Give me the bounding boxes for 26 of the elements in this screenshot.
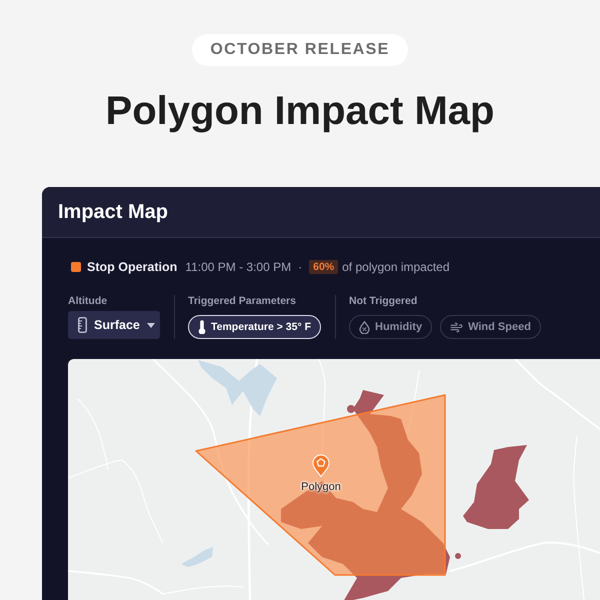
separator-dot: · — [298, 260, 302, 274]
time-range: 11:00 PM - 3:00 PM — [185, 260, 292, 274]
altitude-dropdown[interactable]: Surface — [68, 311, 160, 339]
droplet-icon — [359, 320, 370, 334]
parameter-chip[interactable]: Temperature > 35° F — [188, 315, 322, 339]
caret-down-icon — [146, 322, 155, 328]
filter-label: Triggered Parameters — [188, 295, 297, 308]
wind-icon — [450, 320, 464, 334]
parameter-chip[interactable]: Humidity — [349, 315, 432, 339]
release-badge: OCTOBER RELEASE — [192, 34, 408, 66]
filter-label: Not Triggered — [349, 295, 418, 308]
status-label: Stop Operation — [87, 260, 178, 274]
thermometer-icon — [198, 320, 206, 334]
panel-title: Impact Map — [58, 200, 168, 224]
lake-shape — [181, 547, 213, 567]
map-pin-icon[interactable] — [312, 454, 330, 477]
impact-note: of polygon impacted — [342, 260, 450, 274]
impact-zone — [455, 553, 461, 559]
status-indicator-icon — [71, 262, 81, 272]
page-headline: Polygon Impact Map — [106, 88, 494, 135]
road-line — [408, 370, 420, 434]
parameter-chip[interactable]: Wind Speed — [440, 315, 541, 339]
marker-label: Polygon — [301, 481, 341, 493]
filter-label: Altitude — [68, 295, 108, 308]
ruler-icon — [78, 317, 87, 333]
percent-badge: 60% — [309, 260, 338, 274]
